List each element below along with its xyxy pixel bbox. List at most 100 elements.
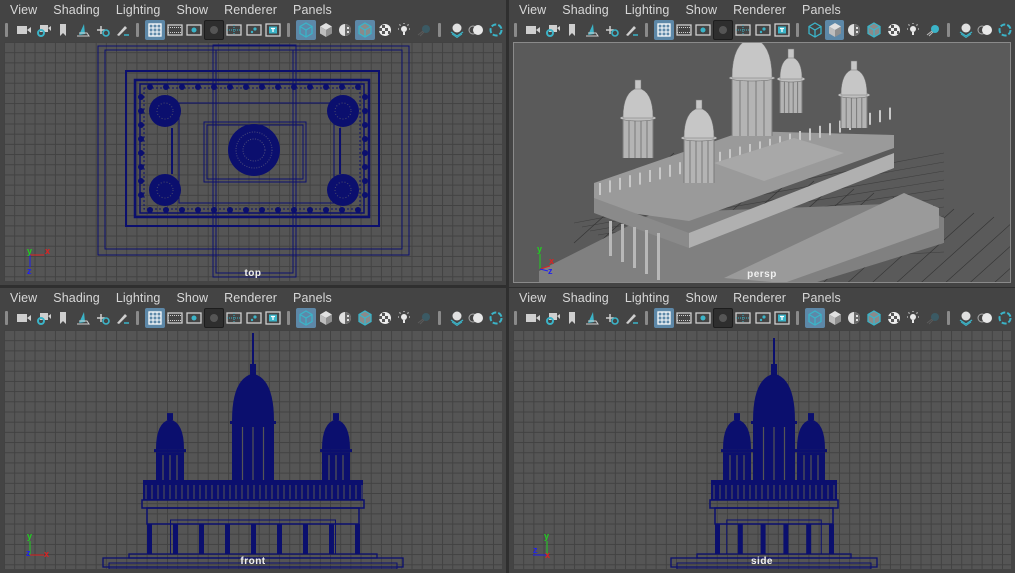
textured-button[interactable]: [884, 308, 904, 328]
menu-shading[interactable]: Shading: [53, 291, 100, 305]
shadows-button[interactable]: [923, 20, 943, 40]
wireframe-on-shaded-button[interactable]: [864, 20, 884, 40]
xray-joints-button[interactable]: [486, 308, 506, 328]
film-gate-button[interactable]: [165, 20, 185, 40]
viewport-canvas-persp[interactable]: y x z persp: [513, 42, 1011, 283]
2d-pan-zoom-button[interactable]: [602, 308, 622, 328]
image-plane-button[interactable]: [582, 308, 602, 328]
menu-shading[interactable]: Shading: [562, 3, 609, 17]
safe-action-button[interactable]: [244, 308, 264, 328]
grid-button[interactable]: [145, 308, 165, 328]
safe-title-button[interactable]: [772, 20, 792, 40]
safe-title-button[interactable]: [263, 20, 283, 40]
grid-button[interactable]: [654, 20, 674, 40]
wireframe-on-shaded-button[interactable]: [355, 308, 375, 328]
xray-button[interactable]: [447, 308, 467, 328]
resolution-gate-button[interactable]: [185, 308, 205, 328]
menu-show[interactable]: Show: [685, 3, 717, 17]
film-gate-button[interactable]: [674, 20, 694, 40]
use-default-material-button[interactable]: [335, 308, 355, 328]
gate-mask-button[interactable]: [204, 308, 224, 328]
viewport-panel-top[interactable]: View Shading Lighting Show Renderer Panels y x…: [0, 0, 506, 285]
camera-attributes-button[interactable]: [34, 308, 54, 328]
shadows-button[interactable]: [923, 308, 943, 328]
use-all-lights-button[interactable]: [395, 20, 415, 40]
grease-pencil-button[interactable]: [621, 20, 641, 40]
bookmarks-button[interactable]: [562, 308, 582, 328]
resolution-gate-button[interactable]: [694, 308, 714, 328]
menu-show[interactable]: Show: [176, 3, 208, 17]
menu-panels[interactable]: Panels: [293, 3, 332, 17]
film-gate-button[interactable]: [165, 308, 185, 328]
field-chart-button[interactable]: [224, 20, 244, 40]
use-default-material-button[interactable]: [335, 20, 355, 40]
smooth-shade-button[interactable]: [825, 308, 845, 328]
viewport-canvas-side[interactable]: y z x side: [513, 330, 1011, 569]
xray-joints-button[interactable]: [486, 20, 506, 40]
shadows-button[interactable]: [414, 308, 434, 328]
xray-active-button[interactable]: [976, 20, 996, 40]
image-plane-button[interactable]: [73, 308, 93, 328]
camera-attributes-button[interactable]: [543, 20, 563, 40]
grease-pencil-button[interactable]: [112, 308, 132, 328]
safe-action-button[interactable]: [753, 20, 773, 40]
menu-renderer[interactable]: Renderer: [733, 291, 786, 305]
menu-view[interactable]: View: [519, 291, 546, 305]
xray-button[interactable]: [956, 308, 976, 328]
smooth-shade-button[interactable]: [316, 308, 336, 328]
viewport-panel-side[interactable]: View Shading Lighting Show Renderer Panels yz…: [509, 288, 1015, 573]
gate-mask-button[interactable]: [204, 20, 224, 40]
textured-button[interactable]: [375, 20, 395, 40]
viewport-panel-persp[interactable]: View Shading Lighting Show Renderer Panels yx…: [509, 0, 1015, 287]
menu-panels[interactable]: Panels: [293, 291, 332, 305]
viewport-panel-front[interactable]: View Shading Lighting Show Renderer Panels yx…: [0, 288, 506, 573]
grid-button[interactable]: [145, 20, 165, 40]
wireframe-button[interactable]: [296, 20, 316, 40]
menu-view[interactable]: View: [519, 3, 546, 17]
menu-lighting[interactable]: Lighting: [625, 3, 670, 17]
grid-button[interactable]: [654, 308, 674, 328]
field-chart-button[interactable]: [733, 20, 753, 40]
toolbar-handle[interactable]: [514, 23, 517, 37]
bookmarks-button[interactable]: [53, 308, 73, 328]
viewport-canvas-top[interactable]: y x z top: [4, 42, 502, 281]
image-plane-button[interactable]: [73, 20, 93, 40]
film-gate-button[interactable]: [674, 308, 694, 328]
menu-renderer[interactable]: Renderer: [224, 3, 277, 17]
xray-button[interactable]: [447, 20, 467, 40]
use-default-material-button[interactable]: [844, 308, 864, 328]
camera-attributes-button[interactable]: [543, 308, 563, 328]
bookmarks-button[interactable]: [53, 20, 73, 40]
image-plane-button[interactable]: [582, 20, 602, 40]
menu-lighting[interactable]: Lighting: [116, 291, 161, 305]
select-camera-button[interactable]: [14, 308, 34, 328]
wireframe-button[interactable]: [296, 308, 316, 328]
field-chart-button[interactable]: [733, 308, 753, 328]
menu-view[interactable]: View: [10, 3, 37, 17]
menu-renderer[interactable]: Renderer: [224, 291, 277, 305]
shadows-button[interactable]: [414, 20, 434, 40]
safe-action-button[interactable]: [244, 20, 264, 40]
safe-title-button[interactable]: [263, 308, 283, 328]
xray-active-button[interactable]: [467, 20, 487, 40]
select-camera-button[interactable]: [14, 20, 34, 40]
grease-pencil-button[interactable]: [621, 308, 641, 328]
gate-mask-button[interactable]: [713, 20, 733, 40]
grease-pencil-button[interactable]: [112, 20, 132, 40]
textured-button[interactable]: [884, 20, 904, 40]
safe-action-button[interactable]: [753, 308, 773, 328]
select-camera-button[interactable]: [523, 308, 543, 328]
menu-panels[interactable]: Panels: [802, 3, 841, 17]
smooth-shade-button[interactable]: [316, 20, 336, 40]
camera-attributes-button[interactable]: [34, 20, 54, 40]
toolbar-handle[interactable]: [514, 311, 517, 325]
toolbar-handle[interactable]: [5, 311, 8, 325]
use-default-material-button[interactable]: [844, 20, 864, 40]
xray-active-button[interactable]: [467, 308, 487, 328]
smooth-shade-button[interactable]: [824, 20, 845, 40]
wireframe-button[interactable]: [805, 20, 825, 40]
menu-panels[interactable]: Panels: [802, 291, 841, 305]
wireframe-on-shaded-button[interactable]: [864, 308, 884, 328]
xray-joints-button[interactable]: [995, 20, 1015, 40]
xray-button[interactable]: [956, 20, 976, 40]
